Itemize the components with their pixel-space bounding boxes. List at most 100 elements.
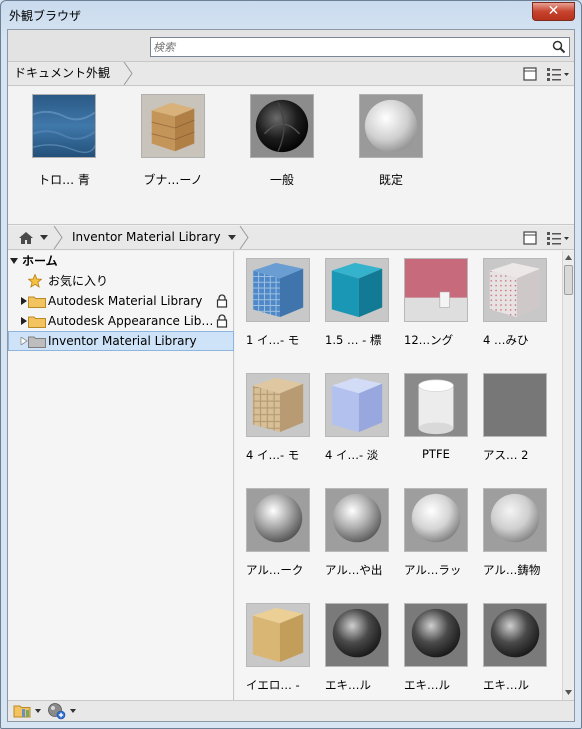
expanded-arrow-icon[interactable] <box>10 257 18 265</box>
material-item[interactable]: 4 …みひ <box>483 258 559 348</box>
dark-sphere-swatch <box>250 94 314 158</box>
pink-wall-swatch <box>404 258 468 322</box>
aluminum-sphere-swatch <box>325 488 389 552</box>
tree-item-favorites[interactable]: お気に入り <box>8 271 234 291</box>
document-appearance-item[interactable]: トロ… 青 <box>14 94 114 188</box>
material-item[interactable]: イエロ… - <box>246 603 322 693</box>
breadcrumb-separator-icon <box>123 62 133 85</box>
material-label: エキ…ル <box>483 678 529 692</box>
collapsed-arrow-icon[interactable] <box>20 317 28 325</box>
tree-item-label: お気に入り <box>48 274 109 288</box>
material-item[interactable]: アル…や出 <box>325 488 401 578</box>
material-item[interactable]: アル…ラッ <box>404 488 480 578</box>
folder-icon <box>28 316 46 328</box>
library-breadcrumb-bar: Inventor Material Library <box>8 226 574 250</box>
aluminum-sphere-swatch <box>483 488 547 552</box>
close-icon: ✕ <box>547 3 560 19</box>
cyan-tile-swatch <box>325 258 389 322</box>
chevron-down-icon[interactable] <box>228 235 236 241</box>
lavender-cube-swatch <box>325 373 389 437</box>
document-appearance-item[interactable]: 一般 <box>232 94 332 188</box>
collapsed-arrow-icon[interactable] <box>20 337 28 345</box>
material-label: エキ…ル <box>325 678 371 692</box>
view-options-icon[interactable] <box>546 66 570 82</box>
epoxy-sphere-swatch <box>325 603 389 667</box>
epoxy-sphere-swatch <box>483 603 547 667</box>
white-mosaic-swatch <box>483 258 547 322</box>
document-appearance-label: 一般 <box>269 173 294 187</box>
chevron-down-icon[interactable] <box>40 235 48 241</box>
aluminum-sphere-swatch <box>404 488 468 552</box>
material-label: アル…ラッ <box>404 563 462 577</box>
breadcrumb-library[interactable]: Inventor Material Library <box>66 226 221 249</box>
title-bar[interactable]: 外観ブラウザ ✕ <box>1 1 581 29</box>
library-tree: ホーム お気に入り Autodesk Material Library Auto… <box>8 251 234 700</box>
toggle-panel-icon[interactable] <box>522 230 538 246</box>
document-view-controls <box>522 66 570 82</box>
document-appearance-label: 既定 <box>378 173 403 187</box>
material-item[interactable]: アル…鋳物 <box>483 488 559 578</box>
scroll-thumb[interactable] <box>564 265 573 295</box>
material-label: アス… 2 <box>483 448 529 462</box>
material-label: 4 イ…- 淡 <box>325 448 379 462</box>
search-box[interactable] <box>150 37 570 57</box>
tree-item-autodesk-appearance-library[interactable]: Autodesk Appearance Lib… <box>8 311 234 331</box>
library-manage-icon[interactable] <box>13 703 33 719</box>
search-row <box>8 30 574 62</box>
collapsed-arrow-icon[interactable] <box>20 297 28 305</box>
tree-item-label: Autodesk Material Library <box>48 294 203 308</box>
wood-cube-swatch <box>141 94 205 158</box>
library-view-controls <box>522 230 570 246</box>
document-appearance-item[interactable]: 既定 <box>341 94 441 188</box>
tree-item-label: Inventor Material Library <box>48 334 197 348</box>
document-appearances-title[interactable]: ドキュメント外観 <box>8 62 110 85</box>
material-label: アル…ーク <box>246 563 304 577</box>
home-icon[interactable] <box>18 231 34 245</box>
material-label: アル…や出 <box>325 563 383 577</box>
material-label: エキ…ル <box>404 678 450 692</box>
chevron-down-icon[interactable] <box>70 709 76 713</box>
view-options-icon[interactable] <box>546 230 570 246</box>
create-material-icon[interactable] <box>47 702 67 720</box>
tree-item-inventor-material-library[interactable]: Inventor Material Library <box>8 331 234 351</box>
material-label: 1.5 … - 標 <box>325 333 382 347</box>
document-appearances-bar: ドキュメント外観 <box>8 62 574 86</box>
material-label: 4 イ…- モ <box>246 448 300 462</box>
material-item[interactable]: 4 イ…- モ <box>246 373 322 463</box>
tree-item-autodesk-material-library[interactable]: Autodesk Material Library <box>8 291 234 311</box>
close-button[interactable]: ✕ <box>532 2 575 21</box>
scroll-down-icon[interactable] <box>564 687 573 697</box>
blue-tile-swatch <box>246 258 310 322</box>
chevron-down-icon[interactable] <box>35 709 41 713</box>
tree-item-home[interactable]: ホーム <box>8 251 234 271</box>
material-item[interactable]: 1.5 … - 標 <box>325 258 401 348</box>
material-item[interactable]: 12…ング <box>404 258 480 348</box>
material-item[interactable]: アル…ーク <box>246 488 322 578</box>
epoxy-sphere-swatch <box>404 603 468 667</box>
yellow-cube-swatch <box>246 603 310 667</box>
search-icon[interactable] <box>552 40 566 54</box>
material-item[interactable]: エキ…ル <box>483 603 559 693</box>
material-item[interactable]: アス… 2 <box>483 373 559 463</box>
scroll-up-icon[interactable] <box>564 253 573 263</box>
document-appearance-label: ブナ…ーノ <box>143 173 203 187</box>
breadcrumb-separator-icon <box>239 226 249 249</box>
breadcrumb-separator-icon <box>53 226 63 249</box>
material-grid: 1 イ…- モ 1.5 … - 標 12…ング 4 …みひ 4 イ…- モ 4 … <box>235 251 562 700</box>
document-appearance-item[interactable]: ブナ…ーノ <box>123 94 223 188</box>
material-label: 4 …みひ <box>483 333 529 347</box>
default-sphere-swatch <box>359 94 423 158</box>
document-appearances-panel: トロ… 青 ブナ…ーノ 一般 既定 <box>8 87 574 225</box>
material-item[interactable]: エキ…ル <box>325 603 401 693</box>
search-input[interactable] <box>153 39 543 55</box>
aluminum-sphere-swatch <box>246 488 310 552</box>
material-item[interactable]: 1 イ…- モ <box>246 258 322 348</box>
toggle-panel-icon[interactable] <box>522 66 538 82</box>
material-item[interactable]: 4 イ…- 淡 <box>325 373 401 463</box>
material-grid-scrollbar[interactable] <box>562 251 574 700</box>
material-item[interactable]: エキ…ル <box>404 603 480 693</box>
folder-icon <box>28 336 46 348</box>
water-swatch <box>32 94 96 158</box>
material-item[interactable]: PTFE <box>404 373 480 461</box>
lock-icon <box>216 314 228 328</box>
